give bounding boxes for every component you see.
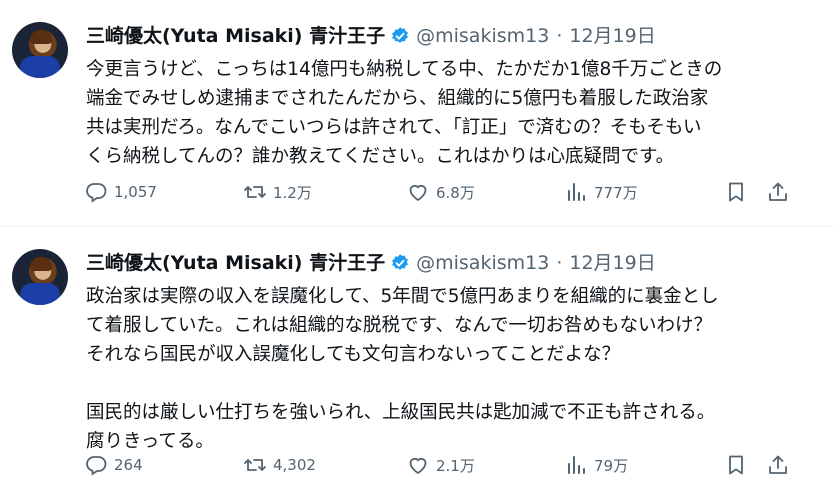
share-icon [769,182,787,201]
share-icon [769,455,787,474]
share-button[interactable] [766,180,790,204]
tweet-header: 三崎優太(Yuta Misaki) 青汁王子 @misakism13 · 12月… [86,251,656,275]
author-name[interactable]: 三崎優太(Yuta Misaki) 青汁王子 [86,251,385,275]
author-handle[interactable]: @misakism13 [416,24,549,48]
tweet-text-line: 政治家は実際の収入を誤魔化して、5年間で5億円あまりを組織的に裏金とし [86,286,719,307]
like-count: 2.1万 [436,456,475,475]
tweet-text: 今更言うけど、こっちは14億円も納税してる中、たかだか1億8千万ごときの 端金で… [86,55,806,171]
views-count: 777万 [594,183,638,202]
bookmark-button[interactable] [724,453,748,477]
tweet[interactable]: 三崎優太(Yuta Misaki) 青汁王子 @misakism13 · 12月… [0,227,835,503]
like-button[interactable]: 6.8万 [406,180,475,204]
tweet-text-line: くら納税してんの？誰か教えてください。これはかりは心底疑問です。 [86,146,675,167]
verified-badge-icon [392,27,409,43]
repost-count: 1.2万 [273,183,312,202]
repost-button[interactable]: 4,302 [243,453,316,477]
tweet-date[interactable]: 12月19日 [569,24,655,48]
author-avatar[interactable] [12,249,68,305]
like-count: 6.8万 [436,183,475,202]
header-separator: · [556,25,563,47]
tweet-text-line: 端金でみせしめ逮捕までされたんだから、組織的に5億円も着服した政治家 [86,88,709,109]
views-icon [568,456,585,474]
tweet-header: 三崎優太(Yuta Misaki) 青汁王子 @misakism13 · 12月… [86,24,656,48]
reply-button[interactable]: 1,057 [84,180,157,204]
views-icon [568,183,585,201]
bookmark-icon [729,182,743,202]
views-button[interactable]: 79万 [564,453,628,477]
reply-count: 1,057 [114,183,157,201]
tweet-text-line: 腐りきってる。 [86,431,214,452]
repost-count: 4,302 [273,456,316,474]
views-button[interactable]: 777万 [564,180,638,204]
like-icon [409,457,427,475]
bookmark-icon [729,455,743,475]
reply-count: 264 [114,456,143,474]
bookmark-button[interactable] [724,180,748,204]
verified-badge-icon [392,254,409,270]
views-count: 79万 [594,456,629,475]
like-icon [409,184,427,202]
tweet-date[interactable]: 12月19日 [569,251,655,275]
tweet-text-line: 国民的は厳しい仕打ちを強いられ、上級国民共は匙加減で不正も許される。 [86,402,716,423]
tweet-text-line: それなら国民が収入誤魔化しても文句言わないってことだよな？ [86,344,621,365]
tweet-actions: 264 4,302 2.1万 79万 [84,453,804,483]
tweet[interactable]: 三崎優太(Yuta Misaki) 青汁王子 @misakism13 · 12月… [0,0,835,227]
tweet-text-line: て着服していた。これは組織的な脱税です、なんで一切お咎めもないわけ？ [86,315,713,336]
repost-icon [244,459,266,471]
like-button[interactable]: 2.1万 [406,453,475,477]
reply-button[interactable]: 264 [84,453,143,477]
author-handle[interactable]: @misakism13 [416,251,549,275]
tweet-text-line: 今更言うけど、こっちは14億円も納税してる中、たかだか1億8千万ごときの [86,59,723,80]
repost-button[interactable]: 1.2万 [243,180,312,204]
tweet-actions: 1,057 1.2万 6.8万 777万 [84,180,804,210]
tweet-text-line: 共は実刑だろ。なんでこいつらは許されて、「訂正」で済むの？そもそもい [86,117,702,138]
author-avatar[interactable] [12,22,68,78]
tweet-text: 政治家は実際の収入を誤魔化して、5年間で5億円あまりを組織的に裏金とし て着服し… [86,282,806,456]
repost-icon [244,186,266,198]
author-name[interactable]: 三崎優太(Yuta Misaki) 青汁王子 [86,24,385,48]
header-separator: · [556,252,563,274]
reply-icon [86,456,107,476]
share-button[interactable] [766,453,790,477]
reply-icon [86,183,107,203]
